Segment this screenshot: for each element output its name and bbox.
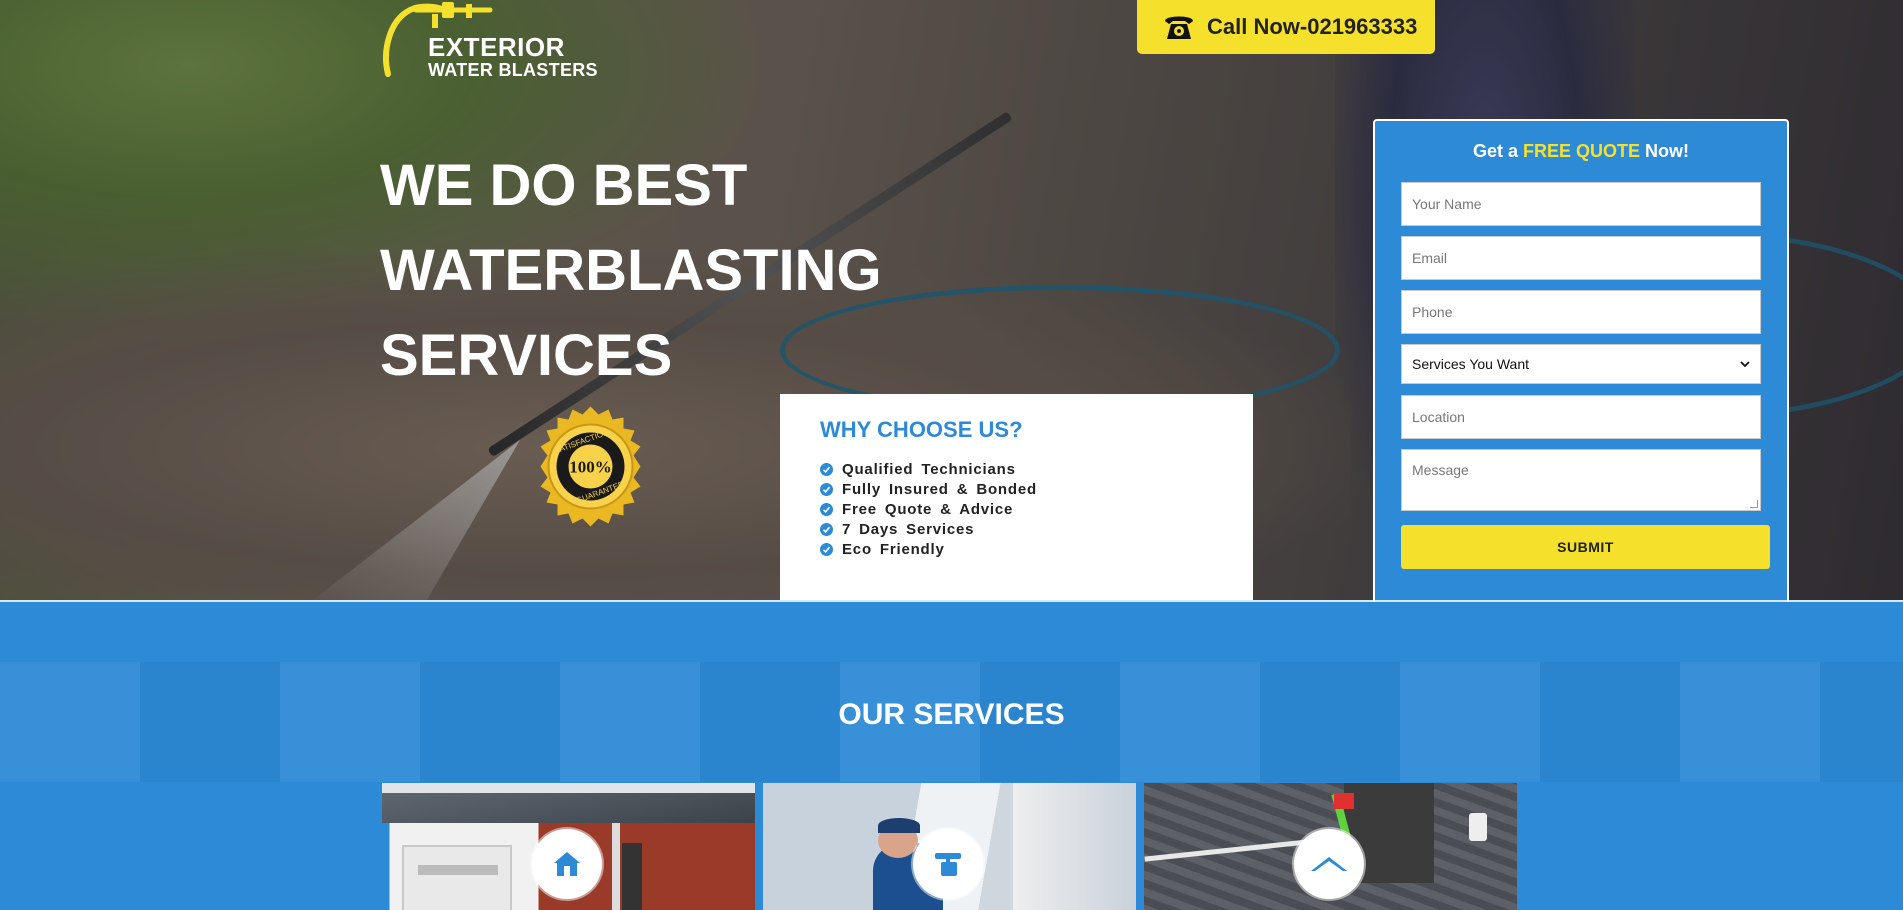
check-circle-icon [820, 462, 833, 476]
brand-logo[interactable]: EXTERIOR WATER BLASTERS [380, 0, 620, 80]
location-field-placeholder: Location [1412, 409, 1465, 425]
service-card-roof-cleaning[interactable] [1144, 783, 1517, 910]
why-item-label: Qualified Technicians [842, 460, 1016, 478]
email-field-placeholder: Email [1412, 250, 1448, 266]
telephone-icon [1165, 16, 1193, 39]
services-select-value: Services You Want [1412, 356, 1529, 372]
quote-title-pre: Get a [1472, 141, 1523, 161]
why-item-label: Fully Insured & Bonded [842, 480, 1037, 498]
free-quote-form: Get a FREE QUOTE Now! Your Name Email Ph… [1373, 119, 1789, 610]
why-item-label: Free Quote & Advice [842, 500, 1014, 518]
why-item-label: 7 Days Services [842, 520, 975, 538]
headline-line-2: WATERBLASTING [380, 238, 882, 303]
check-circle-icon [820, 542, 833, 556]
brand-line-2: WATER BLASTERS [428, 60, 598, 80]
location-field[interactable]: Location [1401, 395, 1761, 439]
quote-form-title: Get a FREE QUOTE Now! [1401, 141, 1761, 162]
svg-text:100%: 100% [569, 458, 612, 477]
services-select[interactable]: Services You Want [1401, 344, 1761, 384]
roof-icon [1294, 829, 1364, 899]
list-item: Eco Friendly [820, 539, 1213, 559]
phone-field[interactable]: Phone [1401, 290, 1761, 334]
headline-line-3: SERVICES [380, 323, 673, 388]
why-item-label: Eco Friendly [842, 540, 945, 558]
call-now-button[interactable]: Call Now-021963333 [1137, 0, 1435, 54]
headline-line-1: WE DO BEST [380, 153, 748, 218]
chevron-down-icon [1740, 360, 1750, 367]
service-card-window-cleaning[interactable] [763, 783, 1136, 910]
check-circle-icon [820, 502, 833, 516]
window-cleaning-icon [913, 829, 983, 899]
hero-headline: WE DO BEST WATERBLASTING SERVICES [380, 143, 980, 398]
why-choose-us-list: Qualified Technicians Fully Insured & Bo… [820, 459, 1213, 559]
house-icon [532, 829, 602, 899]
phone-field-placeholder: Phone [1412, 304, 1453, 320]
check-circle-icon [820, 482, 833, 496]
message-field[interactable]: Message [1401, 449, 1761, 511]
list-item: Fully Insured & Bonded [820, 479, 1213, 499]
list-item: 7 Days Services [820, 519, 1213, 539]
why-choose-us-panel: WHY CHOOSE US? Qualified Technicians Ful… [780, 394, 1253, 600]
why-choose-us-title: WHY CHOOSE US? [820, 417, 1023, 442]
quote-title-highlight: FREE QUOTE [1523, 141, 1641, 161]
service-card-house-washing[interactable] [382, 783, 755, 910]
call-now-label: Call Now-021963333 [1207, 14, 1418, 39]
list-item: Free Quote & Advice [820, 499, 1213, 519]
email-field[interactable]: Email [1401, 236, 1761, 280]
check-circle-icon [820, 522, 833, 536]
name-field-placeholder: Your Name [1412, 196, 1482, 212]
services-section: OUR SERVICES [0, 602, 1903, 910]
message-field-placeholder: Message [1412, 462, 1469, 478]
name-field[interactable]: Your Name [1401, 182, 1761, 226]
list-item: Qualified Technicians [820, 459, 1213, 479]
brand-line-1: EXTERIOR [428, 32, 565, 62]
submit-button[interactable]: SUBMIT [1401, 525, 1770, 569]
quote-title-post: Now! [1640, 141, 1690, 161]
services-title: OUR SERVICES [838, 698, 1065, 731]
satisfaction-guarantee-seal-icon: 100% SATISFACTION GUARANTEE [540, 406, 641, 527]
